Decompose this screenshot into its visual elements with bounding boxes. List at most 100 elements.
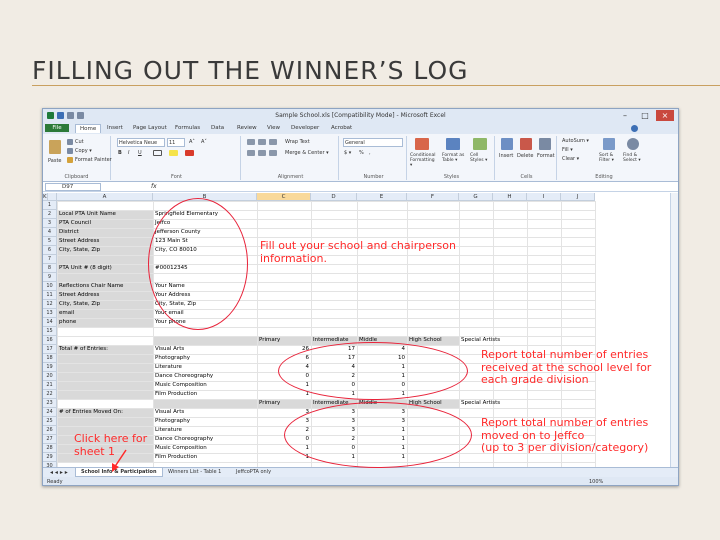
find-select-icon[interactable] <box>627 138 639 150</box>
italic-button[interactable]: I <box>128 150 129 156</box>
cell-styles-button[interactable]: Cell Styles ▾ <box>470 153 492 163</box>
row-header[interactable]: 13 <box>43 309 57 318</box>
font-name-select[interactable]: Helvetica Neue <box>117 138 165 147</box>
category-label[interactable]: Dance Choreography <box>155 435 255 444</box>
row-header[interactable]: 14 <box>43 318 57 327</box>
info-label[interactable]: PTA Unit # (8 digit) <box>59 264 151 273</box>
category-label[interactable]: Visual Arts <box>155 408 255 417</box>
sheet-tab-winners-list[interactable]: Winners List - Table 1 <box>163 468 226 477</box>
total-label[interactable]: Total # of Entries: <box>59 345 151 354</box>
row-header[interactable]: 9 <box>43 273 57 282</box>
tab-data[interactable]: Data <box>207 124 228 132</box>
comma-button[interactable]: , <box>369 150 371 156</box>
fill-button[interactable]: Fill ▾ <box>562 147 573 153</box>
row-header[interactable]: 29 <box>43 453 57 462</box>
cell-styles-icon[interactable] <box>473 138 487 150</box>
row-header[interactable]: 5 <box>43 237 57 246</box>
row-header[interactable]: 23 <box>43 399 57 408</box>
clear-button[interactable]: Clear ▾ <box>562 156 579 162</box>
delete-cells-button[interactable]: Delete <box>517 153 533 159</box>
font-size-select[interactable]: 11 <box>167 138 185 147</box>
paste-button[interactable]: Paste <box>48 158 62 164</box>
row-header[interactable]: 6 <box>43 246 57 255</box>
conditional-formatting-button[interactable]: Conditional Formatting ▾ <box>410 153 438 168</box>
column-header[interactable]: C <box>257 193 311 201</box>
autosum-button[interactable]: AutoSum ▾ <box>562 138 589 144</box>
column-header[interactable]: K <box>43 193 48 201</box>
row-header[interactable]: 10 <box>43 282 57 291</box>
cut-icon[interactable] <box>67 139 73 145</box>
wrap-text-button[interactable]: Wrap Text <box>285 139 310 145</box>
row-header[interactable]: 24 <box>43 408 57 417</box>
tab-developer[interactable]: Developer <box>287 124 323 132</box>
info-label[interactable]: Street Address <box>59 291 151 300</box>
level-header[interactable]: High School <box>409 336 457 345</box>
sort-filter-icon[interactable] <box>603 138 615 150</box>
align-left-icon[interactable] <box>247 150 255 156</box>
row-header[interactable]: 20 <box>43 372 57 381</box>
tab-home[interactable]: Home <box>75 124 102 133</box>
format-cells-icon[interactable] <box>539 138 551 150</box>
row-header[interactable]: 18 <box>43 354 57 363</box>
info-label[interactable]: City, State, Zip <box>59 300 151 309</box>
info-label[interactable]: Reflections Chair Name <box>59 282 151 291</box>
row-header[interactable]: 25 <box>43 417 57 426</box>
row-header[interactable]: 28 <box>43 444 57 453</box>
column-header[interactable]: G <box>459 193 493 201</box>
info-label[interactable]: City, State, Zip <box>59 246 151 255</box>
info-label[interactable] <box>59 255 151 264</box>
tab-insert[interactable]: Insert <box>103 124 127 132</box>
sheet-tab-jeffco-pta[interactable]: JeffcoPTA only <box>231 468 276 477</box>
align-middle-icon[interactable] <box>258 139 266 145</box>
total-value[interactable]: 1 <box>259 390 310 399</box>
currency-button[interactable]: $ ▾ <box>344 150 351 156</box>
category-label[interactable]: Music Composition <box>155 444 255 453</box>
tab-formulas[interactable]: Formulas <box>171 124 204 132</box>
tab-page-layout[interactable]: Page Layout <box>129 124 171 132</box>
moved-label[interactable]: # of Entries Moved On: <box>59 408 151 417</box>
row-header[interactable]: 22 <box>43 390 57 399</box>
column-header[interactable]: I <box>527 193 561 201</box>
maximize-icon[interactable]: □ <box>636 110 654 121</box>
tab-file[interactable]: File <box>45 124 69 132</box>
info-label[interactable]: phone <box>59 318 151 327</box>
column-header[interactable]: E <box>357 193 407 201</box>
percent-button[interactable]: % <box>359 150 364 156</box>
category-label[interactable]: Film Production <box>155 453 255 462</box>
shrink-font-button[interactable]: A˅ <box>201 139 207 145</box>
cut-button[interactable]: Cut <box>75 139 84 145</box>
grow-font-button[interactable]: A˄ <box>189 139 195 145</box>
merge-center-button[interactable]: Merge & Center ▾ <box>285 150 329 156</box>
category-label[interactable]: Photography <box>155 417 255 426</box>
row-header[interactable]: 4 <box>43 228 57 237</box>
close-icon[interactable]: × <box>656 110 674 121</box>
align-center-icon[interactable] <box>258 150 266 156</box>
align-bottom-icon[interactable] <box>269 139 277 145</box>
align-top-icon[interactable] <box>247 139 255 145</box>
tab-view[interactable]: View <box>263 124 284 132</box>
number-format-select[interactable]: General <box>343 138 403 147</box>
insert-cells-button[interactable]: Insert <box>499 153 513 159</box>
row-header[interactable]: 1 <box>43 201 57 210</box>
info-label[interactable]: PTA Council <box>59 219 151 228</box>
sheet-nav-icon[interactable]: ◂ ◂ ▸ ▸ <box>45 468 73 477</box>
row-header[interactable]: 16 <box>43 336 57 345</box>
info-label[interactable]: Local PTA Unit Name <box>59 210 151 219</box>
column-header[interactable]: D <box>311 193 357 201</box>
row-header[interactable]: 11 <box>43 291 57 300</box>
format-painter-icon[interactable] <box>67 157 73 163</box>
row-header[interactable]: 8 <box>43 264 57 273</box>
row-header[interactable]: 15 <box>43 327 57 336</box>
row-header[interactable]: 27 <box>43 435 57 444</box>
category-label[interactable]: Literature <box>155 426 255 435</box>
find-select-button[interactable]: Find & Select ▾ <box>623 153 647 163</box>
info-label[interactable]: District <box>59 228 151 237</box>
row-header[interactable]: 26 <box>43 426 57 435</box>
column-header[interactable]: H <box>493 193 527 201</box>
column-header[interactable]: J <box>561 193 595 201</box>
vertical-scrollbar[interactable] <box>670 193 678 467</box>
format-as-table-button[interactable]: Format as Table ▾ <box>442 153 466 163</box>
paste-icon[interactable] <box>49 140 61 154</box>
help-icon[interactable] <box>631 125 638 132</box>
category-label[interactable]: Film Production <box>155 390 255 399</box>
